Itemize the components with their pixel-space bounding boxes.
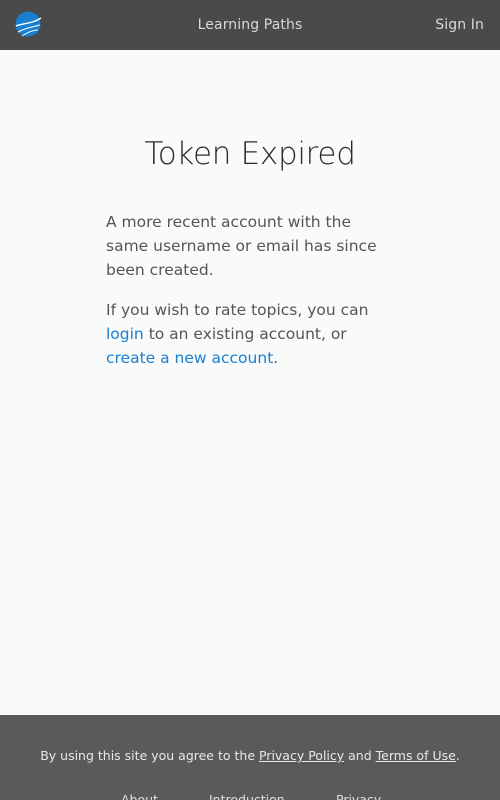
rate-topics-prefix: If you wish to rate topics, you can (106, 301, 369, 319)
consent-suffix: . (455, 748, 460, 763)
login-link[interactable]: login (106, 325, 144, 343)
main-content: Token Expired A more recent account with… (0, 50, 500, 715)
create-account-link[interactable]: create a new account (106, 349, 273, 367)
consent-and: and (344, 748, 376, 763)
terms-consent-text: By using this site you agree to the Priv… (0, 747, 500, 765)
learning-paths-link[interactable]: Learning Paths (198, 17, 303, 33)
rate-topics-middle: to an existing account, or (143, 325, 347, 343)
site-footer: By using this site you agree to the Priv… (0, 715, 500, 800)
account-conflict-message: A more recent account with the same user… (106, 213, 377, 279)
top-nav-bar: Learning Paths Sign In (0, 0, 500, 50)
nav-center-container: Learning Paths (0, 15, 500, 35)
consent-prefix: By using this site you agree to the (40, 748, 259, 763)
page-title: Token Expired (144, 136, 356, 172)
message-body: A more recent account with the same user… (106, 210, 398, 386)
rate-topics-suffix: . (273, 349, 279, 367)
footer-privacy-link[interactable]: Privacy (336, 791, 381, 800)
privacy-policy-link[interactable]: Privacy Policy (259, 748, 344, 763)
terms-of-use-link[interactable]: Terms of Use (376, 748, 456, 763)
sign-in-link[interactable]: Sign In (435, 15, 484, 35)
rate-topics-message: If you wish to rate topics, you can logi… (106, 298, 398, 370)
footer-about-link[interactable]: About (121, 791, 158, 800)
footer-introduction-link[interactable]: Introduction (209, 791, 285, 800)
